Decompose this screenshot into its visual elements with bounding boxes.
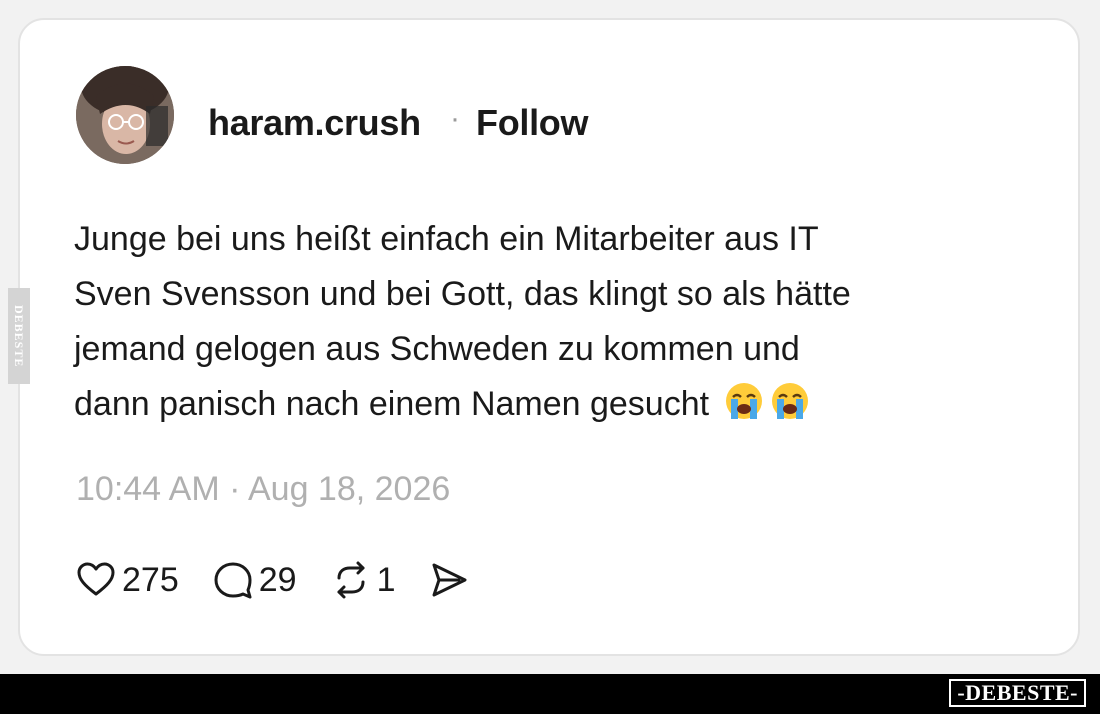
footer-bar: -DEBESTE- [0, 674, 1100, 714]
post-text-line: Sven Svensson und bei Gott, das klingt s… [74, 275, 851, 313]
follow-button[interactable]: Follow [476, 102, 588, 144]
post-text: Junge bei uns heißt einfach ein Mitarbei… [74, 212, 1004, 432]
repost-arrows-icon [337, 561, 365, 599]
repost-count: 1 [376, 560, 396, 599]
post-text-line: jemand gelogen aus Schweden zu kommen un… [74, 330, 800, 368]
loudly-crying-face-icon [725, 383, 762, 419]
speech-bubble-icon [214, 562, 252, 599]
like-count: 275 [122, 560, 179, 599]
like-button[interactable]: 275 [76, 560, 179, 600]
post-text-line: Junge bei uns heißt einfach ein Mitarbei… [74, 220, 819, 258]
repost-button[interactable]: 1 [331, 560, 396, 600]
reply-count: 29 [258, 560, 297, 599]
separator-dot: · [450, 102, 460, 135]
avatar[interactable] [76, 66, 174, 164]
reply-button[interactable]: 29 [213, 560, 297, 600]
site-logo: -DEBESTE- [949, 679, 1086, 707]
post-timestamp[interactable]: 10:44 AM · Aug 18, 2026 [76, 470, 450, 509]
post-text-line-last: dann panisch nach einem Namen gesucht [74, 377, 1004, 432]
side-watermark: DEBESTE [8, 288, 30, 384]
post-text-line: dann panisch nach einem Namen gesucht [74, 385, 710, 423]
username[interactable]: haram.crush [208, 102, 421, 144]
send-icon [432, 563, 467, 597]
loudly-crying-face-icon [771, 383, 808, 419]
share-button[interactable] [429, 560, 469, 600]
post-card: haram.crush · Follow Junge bei uns heißt… [18, 18, 1080, 656]
heart-icon [77, 562, 115, 596]
post-actions: 275 29 1 [76, 558, 503, 602]
